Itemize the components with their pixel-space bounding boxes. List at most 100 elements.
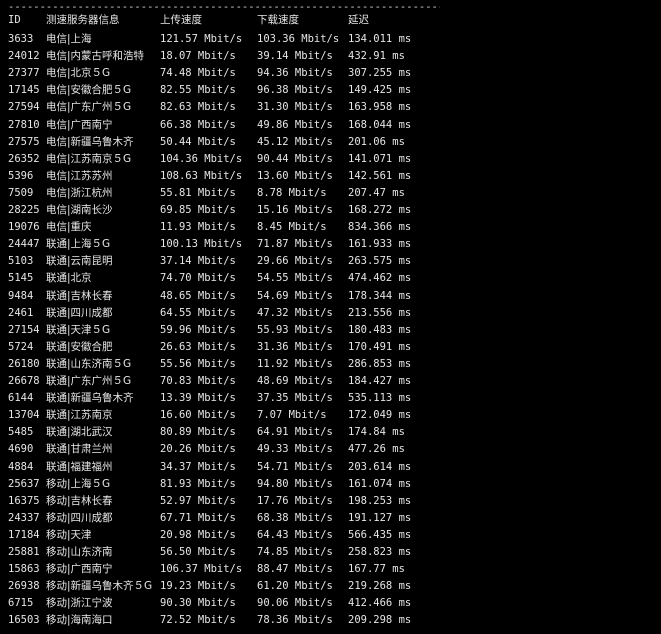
download-speed: 47.32 Mbit/s xyxy=(257,306,333,319)
server-id: 19076 xyxy=(8,221,40,234)
server-info: 移动|四川成都 xyxy=(46,511,113,524)
latency: 161.933 ms xyxy=(348,238,412,251)
latency: 219.268 ms xyxy=(348,580,412,593)
download-speed: 74.85 Mbit/s xyxy=(257,546,333,558)
upload-speed: 100.13 Mbit/s xyxy=(160,238,243,251)
server-id: 3633 xyxy=(8,33,34,45)
server-id: 15863 xyxy=(8,563,40,576)
server-id: 27154 xyxy=(8,323,40,336)
server-id: 2461 xyxy=(8,306,34,319)
server-id: 26352 xyxy=(8,152,40,165)
server-id: 5724 xyxy=(8,340,34,353)
table-row: 17184 移动|天津 20.98 Mbit/s 64.43 Mbit/s 566.43… xyxy=(0,527,661,544)
table-row: 5485 联通|湖北武汉 80.89 Mbit/s 64.91 Mbit/s 174.8… xyxy=(0,424,661,441)
download-speed: 17.76 Mbit/s xyxy=(257,494,333,507)
latency: 432.91 ms xyxy=(348,50,405,63)
server-info: 电信|广东广州５G xyxy=(46,101,132,114)
upload-speed: 59.96 Mbit/s xyxy=(160,323,236,336)
table-row: 9484 联通|吉林长春 48.65 Mbit/s 54.69 Mbit/s 178.3… xyxy=(0,288,661,305)
latency: 263.575 ms xyxy=(348,255,412,268)
download-speed: 71.87 Mbit/s xyxy=(257,238,333,251)
upload-speed: 80.89 Mbit/s xyxy=(160,426,236,439)
server-id: 27594 xyxy=(8,101,40,114)
latency: 535.113 ms xyxy=(348,392,412,405)
server-id: 5485 xyxy=(8,426,34,439)
latency: 184.427 ms xyxy=(348,375,412,387)
header-upload-speed: 上传速度 xyxy=(160,14,202,26)
upload-speed: 20.98 Mbit/s xyxy=(160,528,236,541)
download-speed: 15.16 Mbit/s xyxy=(257,204,333,216)
server-id: 6715 xyxy=(8,597,34,610)
server-id: 26180 xyxy=(8,357,40,370)
download-speed: 48.69 Mbit/s xyxy=(257,375,333,387)
table-row: 28225 电信|湖南长沙 69.85 Mbit/s 15.16 Mbit/s 168.… xyxy=(0,202,661,219)
server-id: 24337 xyxy=(8,511,40,524)
table-row: 24447 联通|上海５G 100.13 Mbit/s 71.87 Mbit/s 161… xyxy=(0,236,661,253)
server-id: 9484 xyxy=(8,289,34,302)
server-info: 联通|北京 xyxy=(46,272,92,285)
upload-speed: 37.14 Mbit/s xyxy=(160,255,236,268)
server-info: 联通|云南昆明 xyxy=(46,255,113,268)
server-id: 7509 xyxy=(8,186,34,199)
latency: 307.255 ms xyxy=(348,67,412,80)
upload-speed: 72.52 Mbit/s xyxy=(160,614,236,627)
download-speed: 94.36 Mbit/s xyxy=(257,67,333,80)
server-info: 电信|广西南宁 xyxy=(46,118,113,131)
server-id: 16375 xyxy=(8,494,40,507)
upload-speed: 104.36 Mbit/s xyxy=(160,152,243,165)
latency: 566.435 ms xyxy=(348,528,412,541)
upload-speed: 106.37 Mbit/s xyxy=(160,563,243,576)
download-speed: 68.38 Mbit/s xyxy=(257,511,333,524)
upload-speed: 34.37 Mbit/s xyxy=(160,460,236,473)
download-speed: 94.80 Mbit/s xyxy=(257,477,333,490)
download-speed: 61.20 Mbit/s xyxy=(257,580,333,593)
download-speed: 55.93 Mbit/s xyxy=(257,323,333,336)
server-info: 联通|新疆乌鲁木齐 xyxy=(46,392,134,405)
table-row: 26352 电信|江苏南京５G 104.36 Mbit/s 90.44 Mbit/s 1… xyxy=(0,151,661,168)
download-speed: 54.71 Mbit/s xyxy=(257,460,333,473)
table-row: 4884 联通|福建福州 34.37 Mbit/s 54.71 Mbit/s 203.6… xyxy=(0,459,661,476)
latency: 286.853 ms xyxy=(348,357,412,370)
table-row: 19076 电信|重庆 11.93 Mbit/s 8.45 Mbit/s 834.366… xyxy=(0,219,661,236)
server-info: 电信|上海 xyxy=(46,33,92,45)
download-speed: 90.44 Mbit/s xyxy=(257,152,333,165)
server-info: 电信|湖南长沙 xyxy=(46,204,113,216)
upload-speed: 69.85 Mbit/s xyxy=(160,204,236,216)
server-info: 电信|浙江杭州 xyxy=(46,186,113,199)
table-row: 5103 联通|云南昆明 37.14 Mbit/s 29.66 Mbit/s 263.5… xyxy=(0,253,661,270)
download-speed: 37.35 Mbit/s xyxy=(257,392,333,405)
server-id: 5145 xyxy=(8,272,34,285)
server-id: 16503 xyxy=(8,614,40,627)
server-id: 27810 xyxy=(8,118,40,131)
upload-speed: 81.93 Mbit/s xyxy=(160,477,236,490)
server-id: 17184 xyxy=(8,528,40,541)
latency: 134.011 ms xyxy=(348,33,412,45)
download-speed: 64.43 Mbit/s xyxy=(257,528,333,541)
latency: 180.483 ms xyxy=(348,323,412,336)
table-row: 4690 联通|甘肃兰州 20.26 Mbit/s 49.33 Mbit/s 477.2… xyxy=(0,441,661,458)
divider-line: ----------------------------------------… xyxy=(8,2,440,12)
server-id: 5396 xyxy=(8,169,34,182)
upload-speed: 74.48 Mbit/s xyxy=(160,67,236,80)
table-row: 16375 移动|吉林长春 52.97 Mbit/s 17.76 Mbit/s 198.… xyxy=(0,493,661,510)
table-row: 27594 电信|广东广州５G 82.63 Mbit/s 31.30 Mbit/s 16… xyxy=(0,99,661,116)
latency: 168.044 ms xyxy=(348,118,412,131)
server-info: 联通|江苏南京 xyxy=(46,409,113,422)
upload-speed: 70.83 Mbit/s xyxy=(160,375,236,387)
server-info: 联通|天津５G xyxy=(46,323,111,336)
table-row: 26678 联通|广东广州５G 70.83 Mbit/s 48.69 Mbit/s 18… xyxy=(0,373,661,390)
table-row: 27575 电信|新疆乌鲁木齐 50.44 Mbit/s 45.12 Mbit/s 20… xyxy=(0,134,661,151)
table-row: 17145 电信|安徽合肥５G 82.55 Mbit/s 96.38 Mbit/s 14… xyxy=(0,82,661,99)
table-row: 6715 移动|浙江宁波 90.30 Mbit/s 90.06 Mbit/s 412.4… xyxy=(0,595,661,612)
server-id: 13704 xyxy=(8,409,40,422)
download-speed: 8.45 Mbit/s xyxy=(257,221,327,234)
download-speed: 13.60 Mbit/s xyxy=(257,169,333,182)
table-row: 24012 电信|内蒙古呼和浩特 18.07 Mbit/s 39.14 Mbit/s 4… xyxy=(0,48,661,65)
download-speed: 88.47 Mbit/s xyxy=(257,563,333,576)
download-speed: 54.69 Mbit/s xyxy=(257,289,333,302)
upload-speed: 13.39 Mbit/s xyxy=(160,392,236,405)
upload-speed: 74.70 Mbit/s xyxy=(160,272,236,285)
server-info: 移动|海南海口 xyxy=(46,614,113,627)
latency: 191.127 ms xyxy=(348,511,412,524)
server-info: 电信|内蒙古呼和浩特 xyxy=(46,50,145,63)
